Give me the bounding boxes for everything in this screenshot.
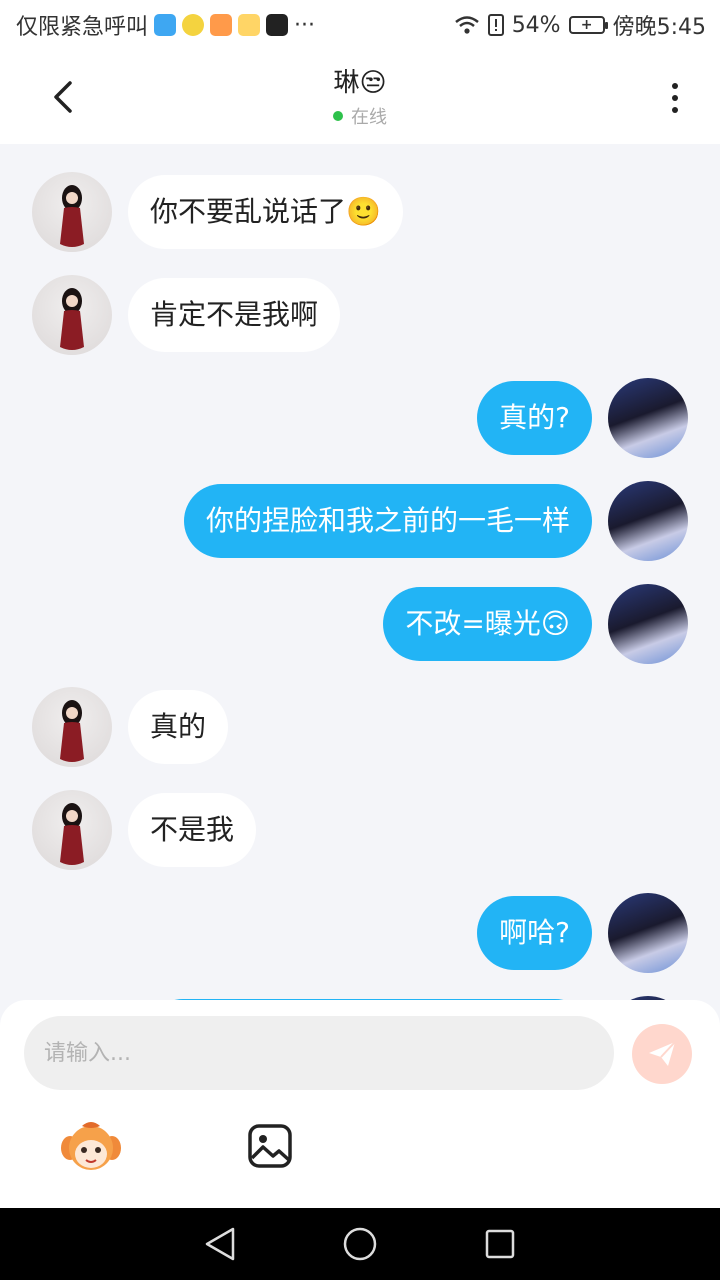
message-bubble-received[interactable]: 你不要乱说话了🙂 <box>128 175 403 249</box>
message-list[interactable]: 你不要乱说话了🙂 肯定不是我啊 真的? 你的捏脸和我之前的一毛一样 不改=曝光🙃 <box>0 144 720 1000</box>
message-row: 你不要乱说话了🙂 <box>32 172 403 252</box>
message-bubble-received[interactable]: 不是我 <box>128 793 257 867</box>
app-notification-icon-1 <box>154 14 177 36</box>
system-nav-bar <box>0 1208 720 1280</box>
user-avatar[interactable] <box>608 378 688 458</box>
user-avatar[interactable] <box>608 481 688 561</box>
contact-avatar[interactable] <box>32 275 112 355</box>
nav-recents-icon <box>485 1229 515 1259</box>
contact-name: 琳😒 <box>333 68 387 98</box>
message-input[interactable] <box>24 1016 614 1090</box>
send-icon <box>649 1041 676 1066</box>
clock: 傍晚5:45 <box>612 15 706 40</box>
contact-avatar[interactable] <box>32 687 112 767</box>
more-icon-dot <box>672 95 678 101</box>
more-icon-dot <box>672 83 678 89</box>
message-row: 肯定不是我啊 <box>32 275 341 355</box>
chat-header: 琳😒 在线 <box>0 50 720 144</box>
message-bubble-received[interactable]: 真的 <box>128 690 229 764</box>
user-avatar[interactable] <box>608 893 688 973</box>
image-icon <box>248 1124 292 1168</box>
status-bar: 仅限紧急呼叫 ··· 54% + 傍晚5:45 <box>0 0 720 50</box>
nav-back-icon <box>205 1227 235 1261</box>
battery-icon: + <box>568 16 608 34</box>
sticker-button[interactable] <box>60 1118 122 1174</box>
app-notification-icon-3 <box>210 14 233 36</box>
wifi-icon <box>454 16 479 34</box>
message-bubble-sent[interactable]: 啊哈? <box>477 896 592 970</box>
contact-avatar-image <box>60 803 84 865</box>
message-row: 真的? <box>477 378 688 458</box>
online-label: 在线 <box>351 107 387 128</box>
online-status: 在线 <box>0 103 720 129</box>
message-row: 你的捏脸和我之前的一毛一样 <box>183 481 688 561</box>
nav-home-button[interactable] <box>338 1222 382 1266</box>
more-options-button[interactable] <box>660 76 690 120</box>
contact-avatar-image <box>60 288 84 350</box>
contact-avatar[interactable] <box>32 172 112 252</box>
message-bubble-received[interactable]: 肯定不是我啊 <box>128 278 341 352</box>
contact-avatar[interactable] <box>32 790 112 870</box>
online-dot-icon <box>333 111 343 121</box>
send-button[interactable] <box>632 1024 692 1084</box>
message-row: 不改=曝光🙃 <box>383 584 688 664</box>
tiktok-icon <box>266 14 289 36</box>
message-bubble-sent[interactable]: 你的捏脸和我之前的一毛一样 <box>183 484 592 558</box>
message-row: 啊哈? <box>477 893 688 973</box>
sim-alert-icon <box>487 14 504 36</box>
message-row: 真的 <box>32 687 229 767</box>
contact-avatar-image <box>60 700 84 762</box>
nav-recents-button[interactable] <box>478 1222 522 1266</box>
more-notifications-icon: ··· <box>294 12 315 38</box>
more-icon-dot <box>672 107 678 113</box>
carrier-text: 仅限紧急呼叫 <box>16 15 149 40</box>
nav-home-icon <box>343 1227 377 1261</box>
message-bubble-sent[interactable]: 不改=曝光🙃 <box>383 587 592 661</box>
message-bubble-sent[interactable]: 真的? <box>477 381 592 455</box>
app-notification-icon-4 <box>238 14 261 36</box>
battery-percent: 54% <box>511 12 561 38</box>
mascot-icon <box>61 1122 121 1170</box>
image-button[interactable] <box>246 1122 294 1170</box>
contact-avatar-image <box>60 185 84 247</box>
composer-panel <box>0 1000 720 1208</box>
app-notification-icon-2 <box>182 14 205 36</box>
user-avatar[interactable] <box>608 584 688 664</box>
nav-back-button[interactable] <box>198 1222 242 1266</box>
message-row: 不是我 <box>32 790 257 870</box>
